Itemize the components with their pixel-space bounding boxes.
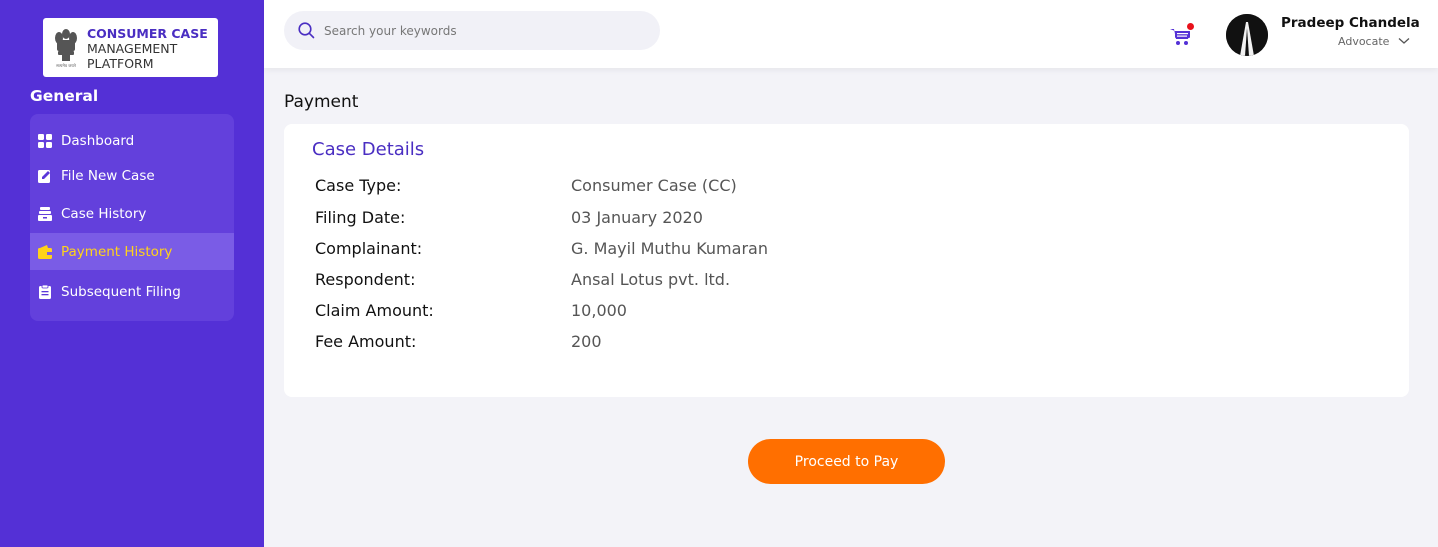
detail-value: 200 [571, 332, 602, 351]
sidebar-item-label: Subsequent Filing [61, 283, 181, 300]
avatar[interactable] [1226, 14, 1268, 56]
user-role[interactable]: Advocate [1338, 35, 1389, 48]
sidebar-item-payment-history[interactable]: Payment History [30, 233, 234, 270]
card-title: Case Details [312, 139, 425, 160]
user-name[interactable]: Pradeep Chandela [1281, 15, 1420, 31]
detail-value: Consumer Case (CC) [571, 176, 737, 195]
sidebar-item-dashboard[interactable]: Dashboard [30, 122, 234, 159]
detail-label: Fee Amount: [315, 332, 417, 351]
clipboard-icon [39, 284, 51, 299]
logo-line-1: CONSUMER CASE [87, 26, 208, 41]
logo-line-3: PLATFORM [87, 56, 154, 71]
detail-value: 03 January 2020 [571, 208, 703, 227]
cart-button[interactable] [1170, 23, 1194, 47]
detail-value: 10,000 [571, 301, 627, 320]
user-photo-icon [1226, 14, 1268, 56]
detail-label: Filing Date: [315, 208, 406, 227]
edit-icon [38, 169, 50, 183]
case-details-card: Case Details Case Type: Consumer Case (C… [284, 124, 1409, 397]
sidebar-item-case-history[interactable]: Case History [30, 195, 234, 232]
detail-label: Respondent: [315, 270, 416, 289]
detail-label: Claim Amount: [315, 301, 434, 320]
search-input[interactable] [324, 20, 644, 42]
chevron-down-icon[interactable] [1398, 37, 1410, 45]
national-emblem-icon: सत्यमेव जयते [55, 29, 77, 68]
proceed-to-pay-button[interactable]: Proceed to Pay [748, 439, 945, 484]
emblem-caption: सत्यमेव जयते [56, 63, 76, 68]
app-logo[interactable]: सत्यमेव जयते CONSUMER CASE MANAGEMENT PL… [43, 18, 218, 77]
sidebar-item-label: Dashboard [61, 132, 135, 149]
sidebar-section-general: General [30, 87, 99, 105]
detail-label: Complainant: [315, 239, 423, 258]
archive-icon [38, 206, 52, 221]
sidebar-item-label: Case History [61, 205, 147, 222]
sidebar-item-label: Payment History [61, 243, 173, 260]
detail-value: Ansal Lotus pvt. ltd. [571, 270, 731, 289]
logo-line-2: MANAGEMENT [87, 41, 178, 56]
logo-text: CONSUMER CASE MANAGEMENT PLATFORM [87, 26, 208, 71]
notification-dot [1187, 23, 1194, 30]
detail-value: G. Mayil Muthu Kumaran [571, 239, 768, 258]
sidebar-item-file-new-case[interactable]: File New Case [30, 157, 234, 194]
wallet-icon [38, 244, 52, 259]
search-box[interactable] [284, 11, 660, 50]
search-icon [298, 22, 315, 39]
detail-label: Case Type: [315, 176, 402, 195]
sidebar-menu: Dashboard File New Case Case History Pay… [30, 114, 234, 321]
sidebar-item-subsequent-filing[interactable]: Subsequent Filing [30, 273, 234, 310]
grid-icon [38, 133, 52, 148]
sidebar: सत्यमेव जयते CONSUMER CASE MANAGEMENT PL… [0, 0, 264, 547]
page-title: Payment [284, 92, 359, 112]
topbar: Pradeep Chandela Advocate [264, 0, 1438, 68]
sidebar-item-label: File New Case [61, 167, 155, 184]
